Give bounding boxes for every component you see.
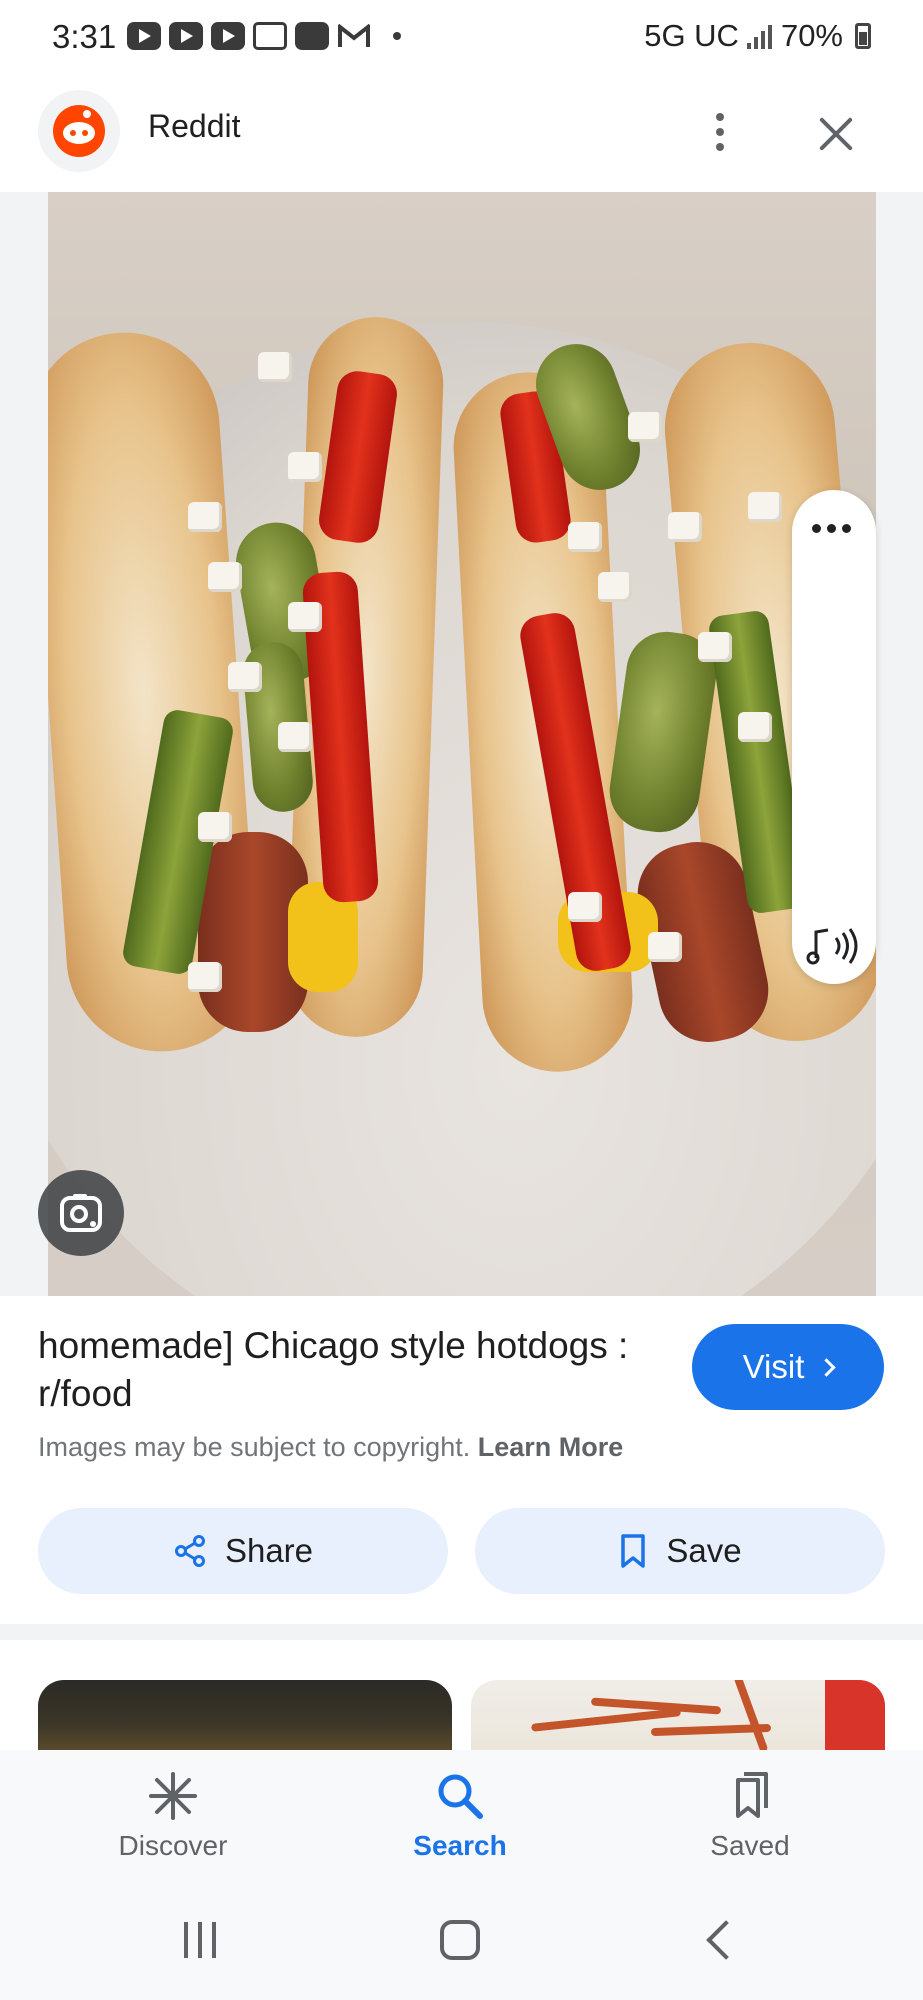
- battery-percent: 70%: [780, 18, 843, 53]
- back-button[interactable]: [706, 1920, 746, 1960]
- bottom-navigation: Discover Search Saved: [0, 1750, 923, 1882]
- result-title[interactable]: homemade] Chicago style hotdogs : r/food: [38, 1322, 638, 1418]
- save-label: Save: [666, 1532, 742, 1569]
- more-options-button[interactable]: [700, 102, 740, 162]
- copyright-notice: Images may be subject to copyright. Lear…: [38, 1432, 623, 1463]
- image-viewer: [0, 192, 923, 1296]
- notification-icons: [127, 22, 401, 50]
- related-image-thumbnail[interactable]: [38, 1680, 452, 1750]
- sound-search-icon[interactable]: [806, 924, 864, 968]
- home-button[interactable]: [440, 1920, 480, 1960]
- more-vert-icon: [716, 113, 724, 121]
- share-button[interactable]: Share: [38, 1508, 448, 1594]
- lens-icon: [60, 1194, 102, 1232]
- news-notification-icon: [253, 22, 287, 50]
- lens-search-button[interactable]: [38, 1170, 124, 1256]
- viewer-header: Reddit: [0, 76, 923, 192]
- learn-more-link[interactable]: Learn More: [478, 1432, 624, 1462]
- status-indicators: 5G UC 70%: [644, 18, 871, 54]
- nav-discover-label: Discover: [118, 1830, 228, 1861]
- visit-button[interactable]: Visit: [692, 1324, 884, 1410]
- gmail-notification-icon: [338, 22, 370, 47]
- close-button[interactable]: [808, 106, 864, 162]
- youtube-notification-icon: [127, 22, 161, 50]
- save-button[interactable]: Save: [475, 1508, 885, 1594]
- section-divider: [0, 1624, 923, 1640]
- source-avatar[interactable]: [38, 90, 120, 172]
- share-label: Share: [224, 1532, 314, 1569]
- visit-label: Visit: [742, 1348, 805, 1385]
- recent-apps-button[interactable]: [180, 1922, 220, 1962]
- nav-saved[interactable]: Saved: [650, 1750, 850, 1882]
- system-navigation-bar: [0, 1882, 923, 2000]
- youtube-notification-icon: [169, 22, 203, 50]
- youtube-notification-icon: [211, 22, 245, 50]
- nav-discover[interactable]: Discover: [73, 1750, 273, 1882]
- voicemail-notification-icon: [295, 22, 329, 50]
- battery-icon: [855, 23, 871, 49]
- reddit-logo-icon: [53, 105, 105, 157]
- more-notifications-dot: [393, 32, 401, 40]
- asterisk-icon: [149, 1772, 197, 1820]
- bookmark-icon: [621, 1534, 646, 1568]
- side-action-panel: [792, 490, 876, 984]
- nav-saved-label: Saved: [710, 1830, 790, 1861]
- status-bar: 3:31 5G UC 70%: [0, 0, 923, 76]
- nav-search[interactable]: Search: [360, 1750, 560, 1882]
- source-name[interactable]: Reddit: [148, 108, 241, 145]
- nav-search-label: Search: [413, 1830, 507, 1861]
- search-icon: [438, 1774, 483, 1819]
- copyright-text: Images may be subject to copyright.: [38, 1432, 471, 1462]
- chevron-right-icon: [817, 1357, 837, 1377]
- signal-icon: [746, 23, 773, 49]
- result-image[interactable]: [48, 192, 876, 1296]
- share-icon: [174, 1535, 205, 1567]
- bookmarks-icon: [736, 1772, 768, 1818]
- status-time: 3:31: [52, 18, 117, 55]
- network-label: 5G UC: [644, 18, 739, 53]
- more-horiz-icon[interactable]: [812, 524, 851, 533]
- related-image-thumbnail[interactable]: [471, 1680, 885, 1750]
